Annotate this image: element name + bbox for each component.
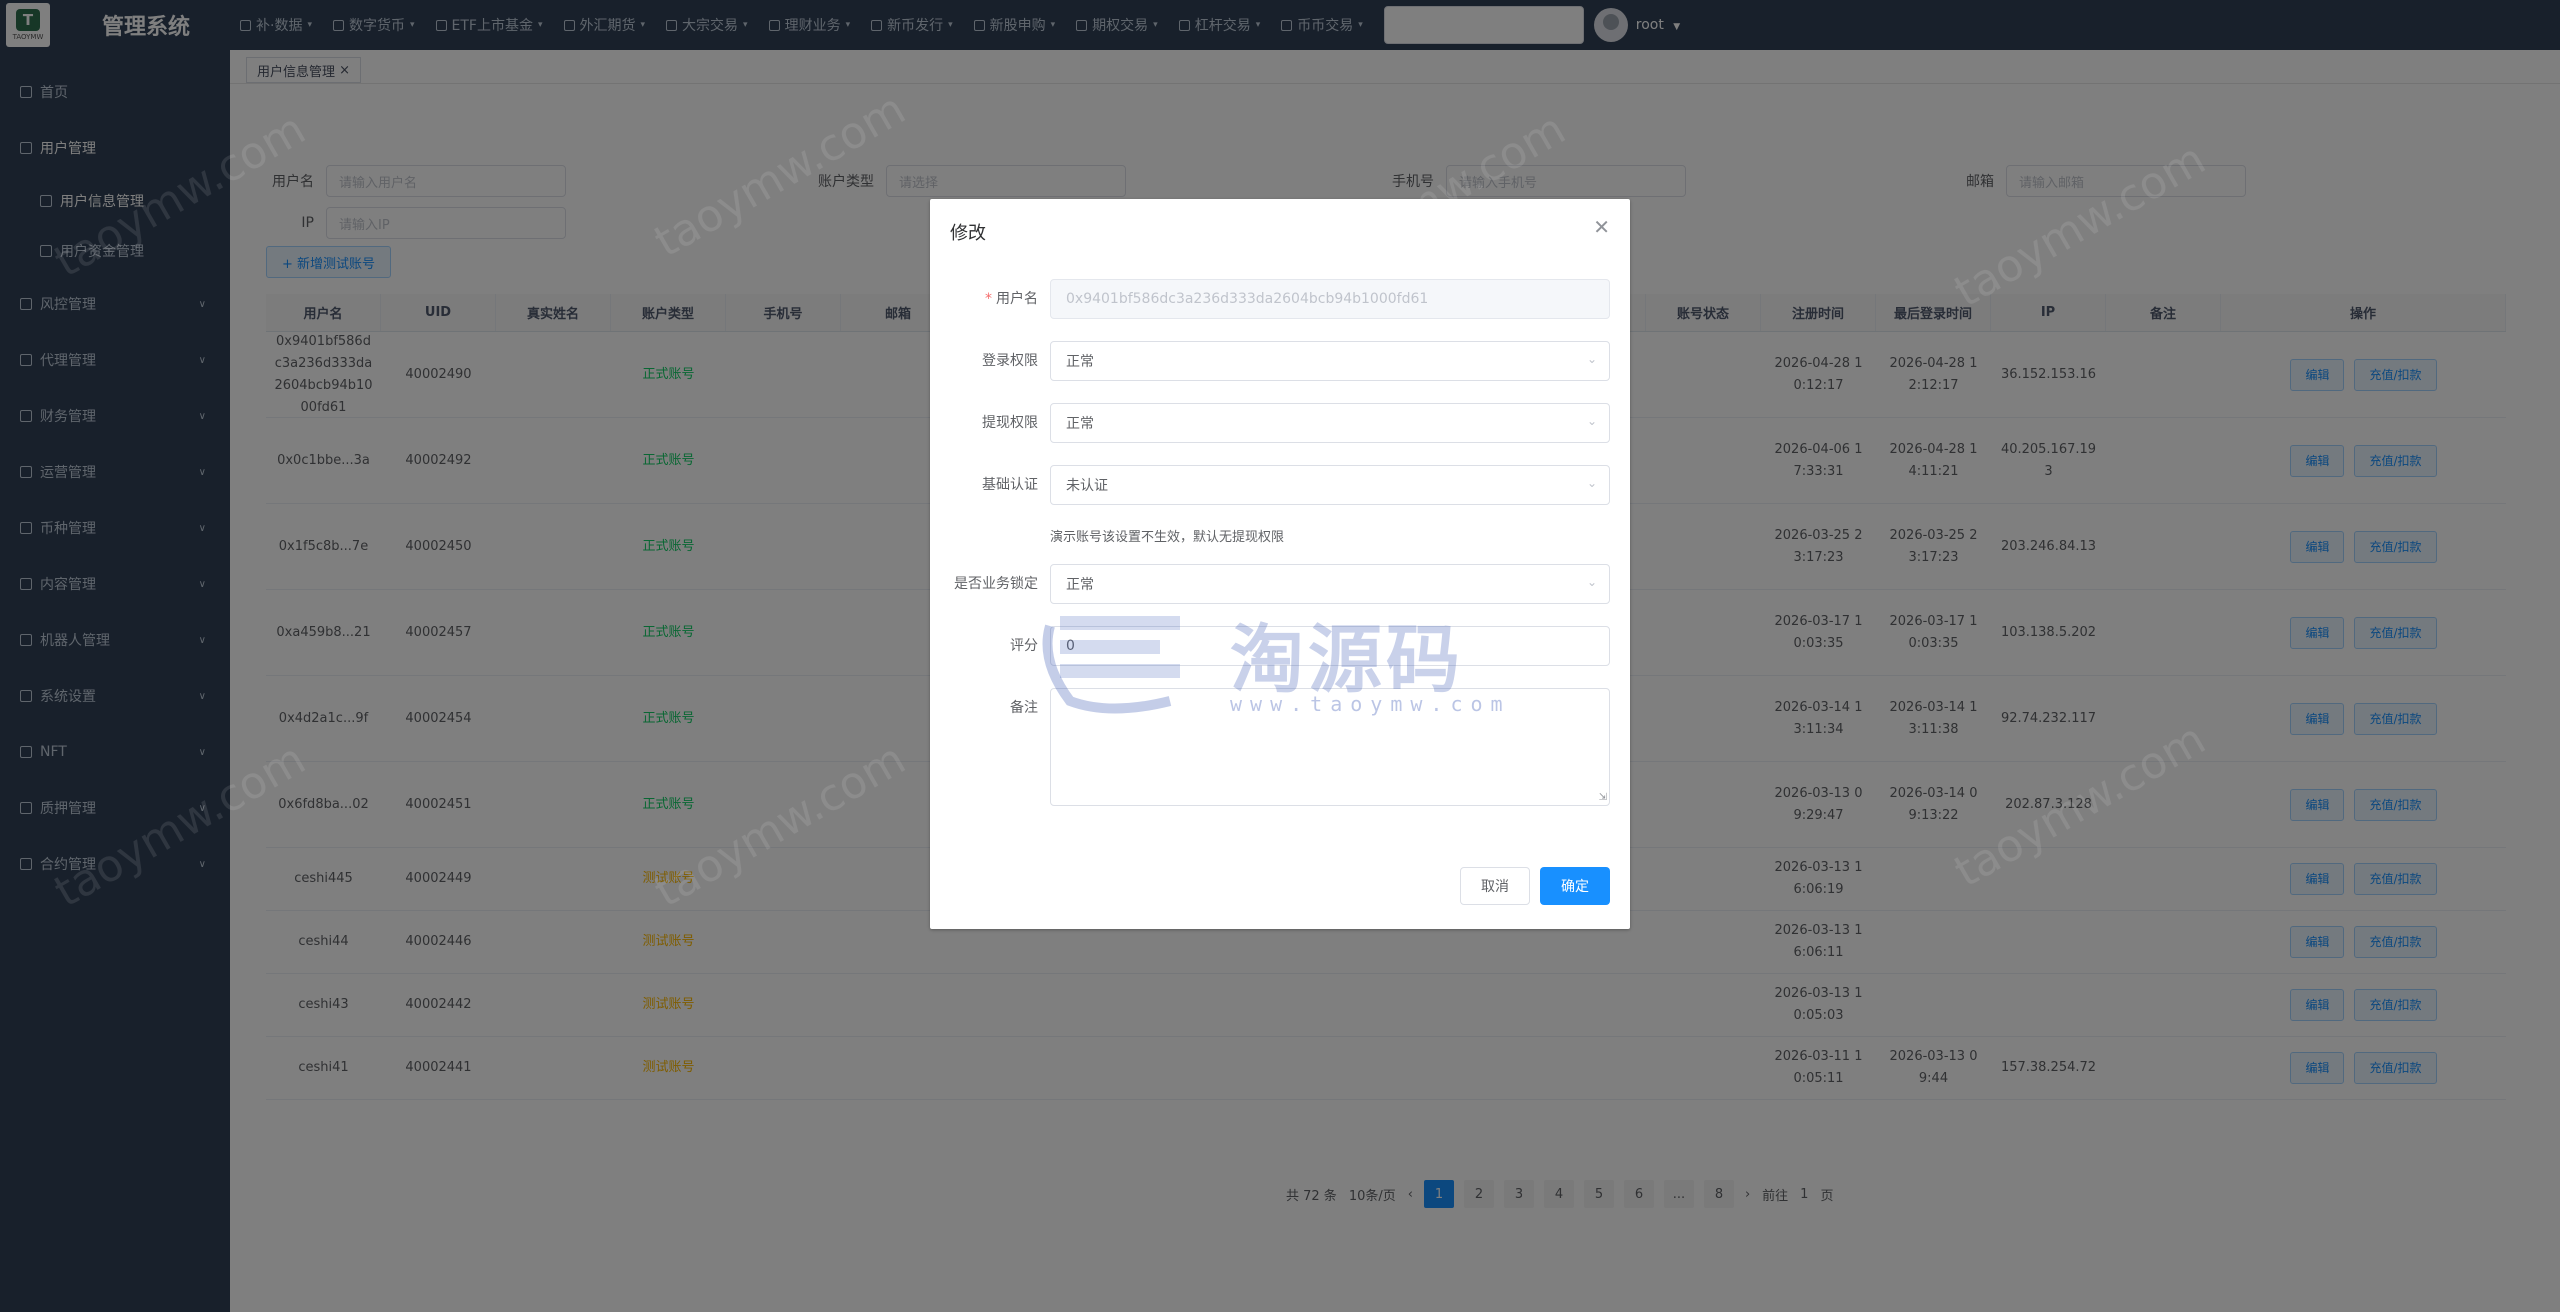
chevron-down-icon: ⌄ (1586, 476, 1597, 490)
confirm-button[interactable]: 确定 (1540, 867, 1610, 905)
login-permission-label: 登录权限 (982, 353, 1038, 369)
watermark-stamp-title: 淘源码 (1230, 617, 1464, 703)
remark-label: 备注 (1010, 700, 1038, 716)
withdraw-permission-select[interactable]: 正常 ⌄ (1050, 403, 1610, 443)
login-permission-select[interactable]: 正常 ⌄ (1050, 341, 1610, 381)
chevron-down-icon: ⌄ (1586, 414, 1597, 428)
demo-account-hint: 演示账号该设置不生效，默认无提现权限 (1050, 530, 1285, 545)
close-icon[interactable]: ✕ (1593, 215, 1610, 239)
chevron-down-icon: ⌄ (1586, 352, 1597, 366)
withdraw-permission-label: 提现权限 (982, 415, 1038, 431)
chevron-down-icon: ⌄ (1586, 575, 1597, 589)
business-lock-select[interactable]: 正常 ⌄ (1050, 564, 1610, 604)
dialog-title: 修改 (950, 223, 986, 244)
score-label: 评分 (1010, 638, 1038, 654)
dialog-footer: 取消 确定 (1460, 867, 1610, 905)
basic-auth-select[interactable]: 未认证 ⌄ (1050, 465, 1610, 505)
basic-auth-label: 基础认证 (982, 477, 1038, 493)
watermark-stamp: 淘源码 www.taoymw.com (1040, 600, 1520, 720)
edit-user-dialog: 修改 ✕ * 用户名 0x9401bf586dc3a236d333da2604bc… (930, 199, 1630, 929)
business-lock-label: 是否业务锁定 (954, 576, 1038, 592)
form-item-withdraw-permission: 提现权限 正常 ⌄ (930, 403, 1630, 443)
form-item-login-permission: 登录权限 正常 ⌄ (930, 341, 1630, 381)
form-item-username: * 用户名 0x9401bf586dc3a236d333da2604bcb94b1… (930, 279, 1630, 319)
username-label: * 用户名 (985, 291, 1038, 307)
watermark-stamp-url: www.taoymw.com (1230, 692, 1511, 716)
cancel-button[interactable]: 取消 (1460, 867, 1530, 905)
form-item-business-lock: 是否业务锁定 正常 ⌄ (930, 564, 1630, 604)
form-item-basic-auth: 基础认证 未认证 ⌄ (930, 465, 1630, 505)
resize-handle-icon[interactable]: ⇲ (1599, 792, 1607, 803)
username-field: 0x9401bf586dc3a236d333da2604bcb94b1000fd… (1050, 279, 1610, 319)
watermark-logo-icon (1042, 616, 1180, 714)
